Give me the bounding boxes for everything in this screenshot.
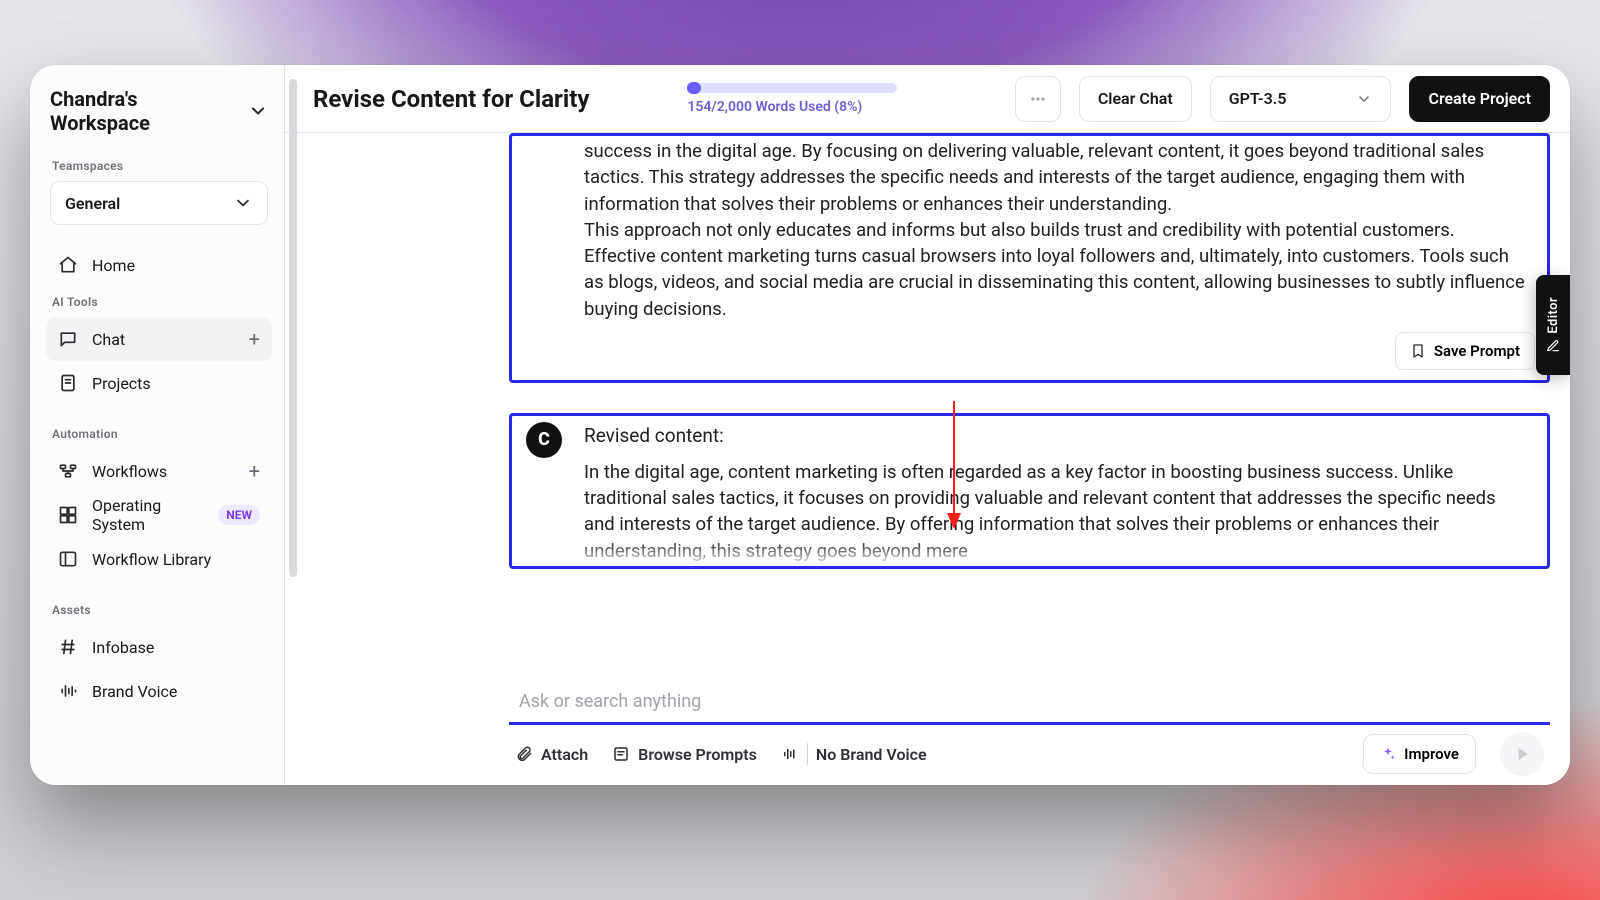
divider — [807, 743, 808, 765]
sidebar-item-label: Chat — [92, 330, 125, 349]
clear-chat-label: Clear Chat — [1098, 89, 1173, 108]
sidebar-item-label: Brand Voice — [92, 682, 177, 701]
composer-tools: Attach Browse Prompts No Brand Voice — [509, 725, 1550, 783]
sidebar-item-label: Projects — [92, 374, 151, 393]
workspace-name: Chandra's Workspace — [50, 87, 238, 135]
brand-voice-button[interactable]: No Brand Voice — [781, 743, 927, 765]
chat-icon — [58, 329, 78, 349]
create-project-label: Create Project — [1428, 89, 1531, 108]
avatar: C — [526, 422, 562, 458]
assets-label: Assets — [44, 595, 274, 625]
sidebar-item-chat[interactable]: Chat + — [46, 317, 272, 361]
pencil-icon — [1546, 339, 1560, 353]
response-text-wrap: In the digital age, content marketing is… — [584, 459, 1525, 564]
sidebar-item-infobase[interactable]: Infobase — [46, 625, 272, 669]
model-select[interactable]: GPT-3.5 — [1210, 76, 1392, 122]
usage-text: 154/2,000 Words Used (8%) — [687, 99, 897, 115]
send-icon — [1512, 744, 1532, 764]
app-window: Chandra's Workspace Teamspaces General H… — [30, 65, 1570, 785]
sidebar-item-projects[interactable]: Projects — [46, 361, 272, 405]
prompt-text: success in the digital age. By focusing … — [584, 138, 1525, 322]
workspace-switcher[interactable]: Chandra's Workspace — [44, 87, 274, 151]
topbar: Revise Content for Clarity 154/2,000 Wor… — [285, 65, 1570, 133]
sidebar-item-workflows[interactable]: Workflows + — [46, 449, 272, 493]
editor-tab-label: Editor — [1546, 297, 1561, 334]
sidebar-item-label: Workflows — [92, 462, 167, 481]
response-card: C Revised content: In the digital age, c… — [509, 413, 1550, 569]
composer: Attach Browse Prompts No Brand Voice — [509, 681, 1550, 783]
sidebar-item-label: Workflow Library — [92, 550, 211, 569]
grid-icon — [58, 505, 78, 525]
attach-label: Attach — [541, 745, 588, 764]
model-name: GPT-3.5 — [1229, 89, 1287, 108]
workflows-icon — [58, 461, 78, 481]
browse-label: Browse Prompts — [638, 745, 757, 764]
fade — [584, 540, 1525, 564]
ask-input[interactable] — [517, 690, 1542, 713]
voice-icon — [781, 745, 799, 763]
bookmark-icon — [1410, 343, 1426, 359]
ai-tools-label: AI Tools — [44, 287, 274, 317]
library-icon — [58, 549, 78, 569]
browse-prompts-button[interactable]: Browse Prompts — [612, 745, 757, 764]
more-button[interactable] — [1015, 76, 1061, 122]
usage-track — [687, 83, 897, 93]
save-prompt-label: Save Prompt — [1434, 342, 1520, 360]
teamspace-selected: General — [65, 194, 120, 213]
sidebar-item-workflow-library[interactable]: Workflow Library — [46, 537, 272, 581]
voice-icon — [58, 681, 78, 701]
brand-voice-label: No Brand Voice — [816, 745, 927, 764]
prompt-card: success in the digital age. By focusing … — [509, 133, 1550, 383]
avatar-letter: C — [538, 429, 550, 450]
clear-chat-button[interactable]: Clear Chat — [1079, 76, 1192, 122]
create-project-button[interactable]: Create Project — [1409, 76, 1550, 122]
prompts-icon — [612, 745, 630, 763]
teamspace-select[interactable]: General — [50, 181, 268, 225]
sidebar-item-os[interactable]: Operating System NEW — [46, 493, 272, 537]
annotation-arrow — [944, 401, 964, 531]
plus-icon[interactable]: + — [249, 329, 260, 349]
sidebar-item-label: Infobase — [92, 638, 154, 657]
chevron-down-icon — [1356, 91, 1372, 107]
send-button[interactable] — [1500, 732, 1544, 776]
paperclip-icon — [515, 745, 533, 763]
teamspaces-label: Teamspaces — [44, 151, 274, 181]
sidebar: Chandra's Workspace Teamspaces General H… — [30, 65, 285, 785]
usage-meter: 154/2,000 Words Used (8%) — [687, 83, 897, 115]
home-icon — [58, 255, 78, 275]
attach-button[interactable]: Attach — [515, 745, 588, 764]
usage-fill — [687, 82, 701, 94]
sidebar-item-home[interactable]: Home — [46, 243, 272, 287]
plus-icon[interactable]: + — [249, 461, 260, 481]
chevron-down-icon — [248, 101, 268, 121]
sidebar-item-label: Home — [92, 256, 135, 275]
new-badge: NEW — [218, 505, 260, 525]
save-prompt-button[interactable]: Save Prompt — [1395, 332, 1535, 370]
chat-body: success in the digital age. By focusing … — [285, 133, 1570, 785]
main: Revise Content for Clarity 154/2,000 Wor… — [285, 65, 1570, 785]
sidebar-item-label: Operating System — [92, 496, 208, 534]
sidebar-item-brand-voice[interactable]: Brand Voice — [46, 669, 272, 713]
sparkle-icon — [1380, 746, 1396, 762]
dots-icon — [1028, 89, 1048, 109]
response-heading: Revised content: — [584, 424, 1525, 459]
ask-wrap — [509, 681, 1550, 725]
projects-icon — [58, 373, 78, 393]
improve-button[interactable]: Improve — [1363, 734, 1476, 774]
page-title: Revise Content for Clarity — [313, 85, 589, 113]
editor-tab[interactable]: Editor — [1536, 275, 1570, 375]
chevron-down-icon — [233, 193, 253, 213]
improve-label: Improve — [1404, 745, 1459, 763]
hash-icon — [58, 637, 78, 657]
automation-label: Automation — [44, 419, 274, 449]
